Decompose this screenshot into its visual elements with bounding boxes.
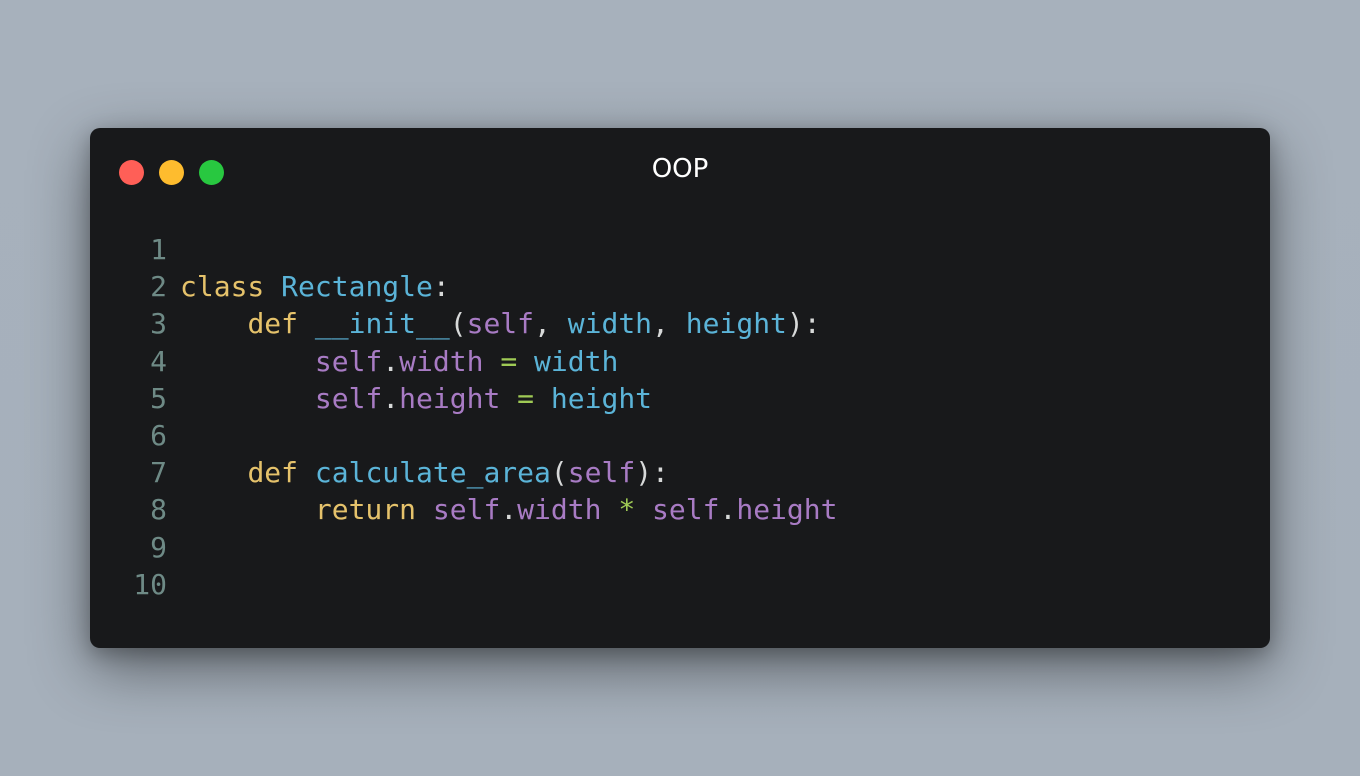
code-token: calculate_area xyxy=(314,456,551,490)
code-token: = xyxy=(500,344,518,378)
code-token: return xyxy=(314,493,417,527)
code-token: , xyxy=(534,307,568,341)
code-token: * xyxy=(618,493,636,527)
code-line: 7 def calculate_area(self): xyxy=(120,454,838,491)
code-line: 8 return self.width * self.height xyxy=(120,491,838,528)
code-line: 4 self.width = width xyxy=(120,343,838,380)
code-token: , xyxy=(652,307,686,341)
code-token: . xyxy=(382,381,400,415)
code-token: self xyxy=(314,381,383,415)
code-token: width xyxy=(517,493,602,527)
code-token: height xyxy=(685,307,787,341)
code-text: return self.width * self.height xyxy=(180,491,838,528)
line-number: 1 xyxy=(150,233,167,266)
code-line: 10 xyxy=(120,566,838,603)
code-token: __init__ xyxy=(314,307,450,341)
code-token: ( xyxy=(449,307,467,341)
code-text: class Rectangle: xyxy=(180,268,450,305)
code-line: 1 xyxy=(120,231,838,268)
code-token: . xyxy=(500,493,518,527)
code-text: self.width = width xyxy=(180,343,618,380)
code-token: height xyxy=(550,381,653,415)
line-number: 10 xyxy=(133,567,167,601)
window-title: OOP xyxy=(651,154,709,184)
code-token: : xyxy=(432,270,450,304)
code-line: 3 def __init__(self, width, height): xyxy=(120,305,838,342)
code-line: 6 xyxy=(120,417,838,454)
code-token: = xyxy=(517,381,535,415)
code-line: 2 class Rectangle: xyxy=(120,268,838,305)
code-token: . xyxy=(719,493,737,527)
code-window: OOP 1 2 class Rectangle: 3 def __init__(sel… xyxy=(90,128,1270,648)
code-token: width xyxy=(567,307,653,341)
code-token: self xyxy=(432,493,501,527)
line-number: 6 xyxy=(150,418,167,452)
code-text: def __init__(self, width, height): xyxy=(180,305,821,342)
code-token: ( xyxy=(550,456,568,490)
code-token: ): xyxy=(786,307,821,341)
code-token: class xyxy=(180,270,265,304)
code-token: width xyxy=(399,344,484,378)
line-number: 8 xyxy=(150,493,167,527)
code-token: Rectangle xyxy=(281,270,433,304)
code-token: def xyxy=(247,456,299,490)
code-token: height xyxy=(736,493,838,527)
line-number: 9 xyxy=(150,530,167,564)
code-token: ): xyxy=(635,456,669,490)
code-text: def calculate_area(self): xyxy=(180,454,669,491)
code-text: self.height = height xyxy=(180,380,652,417)
code-token: self xyxy=(466,307,535,341)
line-number: 4 xyxy=(150,344,167,378)
code-token: self xyxy=(314,344,383,378)
line-number: 2 xyxy=(150,270,167,304)
code-line: 5 self.height = height xyxy=(120,380,838,417)
code-token: self xyxy=(652,493,720,527)
code-block: 1 2 class Rectangle: 3 def __init__(self, w… xyxy=(120,231,838,603)
line-number: 3 xyxy=(150,307,167,341)
code-token: width xyxy=(534,344,619,378)
line-number: 7 xyxy=(150,456,167,490)
code-line: 9 xyxy=(120,529,838,566)
code-token: self xyxy=(567,456,636,490)
line-number: 5 xyxy=(150,381,167,415)
code-token: height xyxy=(399,381,501,415)
code-token: . xyxy=(382,344,400,378)
code-token: def xyxy=(247,307,299,341)
